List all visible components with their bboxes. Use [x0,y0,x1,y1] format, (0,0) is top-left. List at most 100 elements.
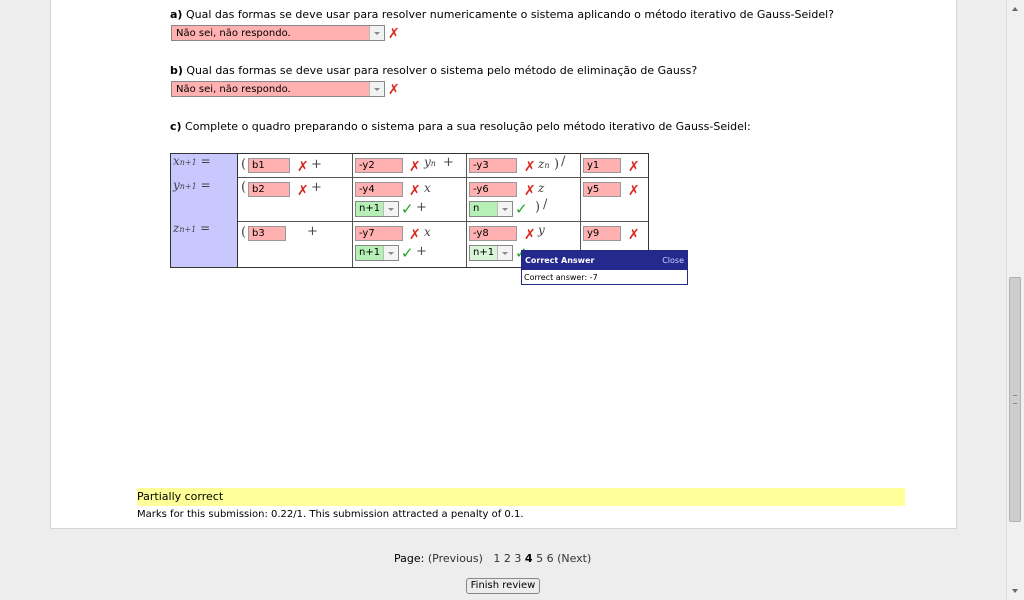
plus-sign: + [311,157,322,172]
question-c-letter: c) [170,120,182,133]
b3-input[interactable]: b3 [248,226,286,241]
incorrect-icon: ✗ [524,159,536,175]
chevron-down-icon [369,26,384,40]
tooltip-body: Correct answer: -7 [524,273,598,282]
y7-input[interactable]: -y7 [355,226,403,241]
incorrect-icon: ✗ [297,159,309,175]
correct-answer-tooltip: Correct Answer Close Correct answer: -7 [521,250,688,285]
answer-b-select[interactable]: Não sei, não respondo. [171,81,385,97]
lhs-x: xn+1 = [173,154,211,168]
correct-icon: ✓ [401,200,414,218]
y5-input[interactable]: y5 [583,182,621,197]
question-b-text: b) Qual das formas se deve usar para res… [170,64,697,77]
incorrect-icon: ✗ [297,183,309,199]
incorrect-icon: ✗ [409,183,421,199]
question-c-prompt: Complete o quadro preparando o sistema p… [181,120,751,133]
divider [238,177,648,178]
pager-label: Page: [394,552,425,565]
lhs-y: yn+1 = [173,178,211,192]
pager-page-1[interactable]: 1 [493,552,500,565]
finish-review-button[interactable]: Finish review [466,578,540,594]
paren-close: ) [535,200,541,215]
b1-input[interactable]: b1 [248,158,290,173]
question-b-letter: b) [170,64,183,77]
lhs-column: xn+1 = yn+1 = zn+1 = [171,154,238,267]
chevron-down-icon [497,246,512,260]
y4-index-select[interactable]: n+1 [355,201,399,217]
pager-current-page: 4 [524,552,533,565]
incorrect-icon: ✗ [524,183,536,199]
vertical-scrollbar[interactable] [1006,0,1024,600]
incorrect-icon: ✗ [409,159,421,175]
paren-open: ( [241,157,247,172]
incorrect-icon: ✗ [628,159,640,175]
incorrect-icon: ✗ [628,227,640,243]
question-c-text: c) Complete o quadro preparando o sistem… [170,120,751,133]
correct-icon: ✓ [515,200,528,218]
incorrect-icon: ✗ [388,26,400,42]
answer-a-value: Não sei, não respondo. [176,28,291,39]
question-a-letter: a) [170,8,183,21]
paren-open: ( [241,225,247,240]
y6-index-select[interactable]: n [469,201,513,217]
correct-icon: ✓ [401,244,414,262]
y7-index-select[interactable]: n+1 [355,245,399,261]
y6-input[interactable]: -y6 [469,182,517,197]
y3-input[interactable]: -y3 [469,158,517,173]
incorrect-icon: ✗ [524,227,536,243]
feedback-status: Partially correct [137,488,905,506]
chevron-down-icon [369,82,384,96]
lhs-z: zn+1 = [173,221,211,235]
y8-index-select[interactable]: n+1 [469,245,513,261]
chevron-down-icon [383,202,398,216]
divider [352,154,353,267]
pager-next-link[interactable]: (Next) [557,552,591,565]
y8-input[interactable]: -y8 [469,226,517,241]
tooltip-title: Correct Answer [525,256,595,265]
term-y: y [538,223,545,237]
b2-input[interactable]: b2 [248,182,290,197]
plus-sign: + [416,244,427,259]
term-x: x [424,225,431,239]
pager-page-5[interactable]: 5 [536,552,543,565]
incorrect-icon: ✗ [409,227,421,243]
pager: Page: (Previous) 1 2 3 4 5 6 (Next) [394,552,591,565]
term-y-n: yn [424,155,436,169]
question-a-prompt: Qual das formas se deve usar para resolv… [182,8,835,21]
plus-sign: + [416,200,427,215]
tooltip-header: Correct Answer Close [522,251,687,270]
pager-previous-link[interactable]: (Previous) [428,552,483,565]
y2-input[interactable]: -y2 [355,158,403,173]
plus-sign: + [311,180,322,195]
term-z: z [538,181,545,195]
paren-open: ( [241,180,247,195]
scroll-up-icon[interactable] [1007,0,1024,17]
y1-input[interactable]: y1 [583,158,621,173]
scroll-down-icon[interactable] [1007,583,1024,600]
y4-input[interactable]: -y4 [355,182,403,197]
term-z-n: zn [538,157,550,171]
incorrect-icon: ✗ [388,82,400,98]
pager-page-6[interactable]: 6 [547,552,554,565]
pager-page-2[interactable]: 2 [504,552,511,565]
paren-close: ) [554,157,560,172]
grip-icon [1013,395,1017,404]
slash: / [543,197,548,212]
question-a-text: a) Qual das formas se deve usar para res… [170,8,834,21]
divider [238,221,648,222]
answer-a-select[interactable]: Não sei, não respondo. [171,25,385,41]
pager-page-3[interactable]: 3 [514,552,521,565]
plus-sign: + [307,224,318,239]
slash: / [561,154,566,169]
divider [466,154,467,267]
chevron-down-icon [383,246,398,260]
incorrect-icon: ✗ [628,183,640,199]
status-text: Partially correct [137,490,224,503]
tooltip-close-link[interactable]: Close [662,251,684,270]
marks-text: Marks for this submission: 0.22/1. This … [137,509,524,520]
term-x: x [424,181,431,195]
y9-input[interactable]: y9 [583,226,621,241]
chevron-down-icon [497,202,512,216]
answer-b-value: Não sei, não respondo. [176,84,291,95]
scroll-thumb[interactable] [1009,277,1021,522]
